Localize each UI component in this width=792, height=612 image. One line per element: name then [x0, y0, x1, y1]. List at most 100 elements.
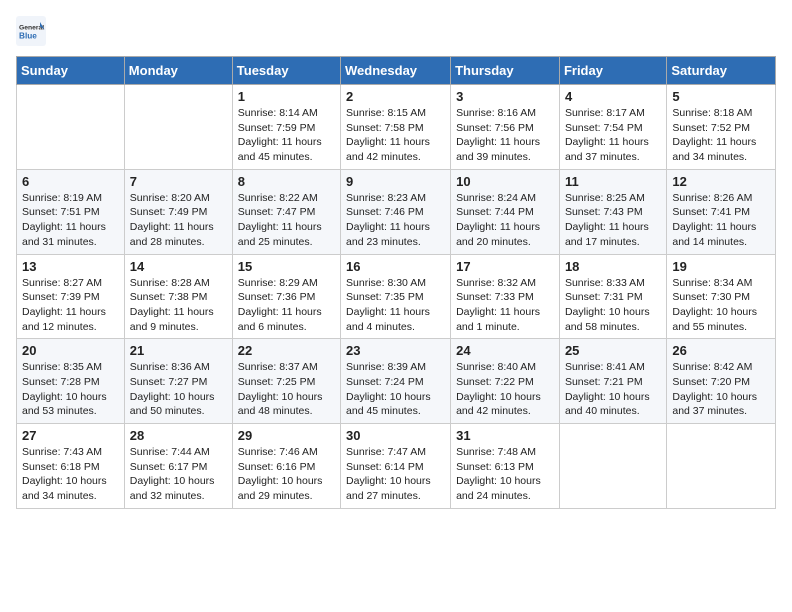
day-number: 9 [346, 174, 445, 189]
calendar-cell: 21 Sunrise: 8:36 AMSunset: 7:27 PMDayligh… [124, 339, 232, 424]
cell-info: Sunrise: 7:48 AMSunset: 6:13 PMDaylight:… [456, 445, 554, 504]
calendar-cell: 23Sunrise: 8:39 AMSunset: 7:24 PMDayligh… [341, 339, 451, 424]
day-number: 6 [22, 174, 119, 189]
cell-info: Sunrise: 7:43 AMSunset: 6:18 PMDaylight:… [22, 445, 119, 504]
day-number: 20 [22, 343, 119, 358]
calendar-cell: 17 Sunrise: 8:32 AMSunset: 7:33 PMDayligh… [451, 254, 560, 339]
day-header-sunday: Sunday [17, 57, 125, 85]
day-number: 3 [456, 89, 554, 104]
cell-info: Sunrise: 8:16 AMSunset: 7:56 PMDaylight:… [456, 106, 554, 165]
calendar-cell [559, 424, 666, 509]
calendar-cell: 22 Sunrise: 8:37 AMSunset: 7:25 PMDayligh… [232, 339, 340, 424]
cell-info: Sunrise: 8:24 AMSunset: 7:44 PMDaylight:… [456, 191, 554, 250]
cell-info: Sunrise: 7:46 AMSunset: 6:16 PMDaylight:… [238, 445, 335, 504]
cell-info: Sunrise: 8:14 AMSunset: 7:59 PMDaylight:… [238, 106, 335, 165]
cell-info: Sunrise: 8:20 AMSunset: 7:49 PMDaylight:… [130, 191, 227, 250]
cell-info: Sunrise: 8:18 AMSunset: 7:52 PMDaylight:… [672, 106, 770, 165]
day-number: 21 [130, 343, 227, 358]
cell-info: Sunrise: 8:15 AMSunset: 7:58 PMDaylight:… [346, 106, 445, 165]
logo-icon: General Blue [16, 16, 46, 46]
calendar-cell: 16 Sunrise: 8:30 AMSunset: 7:35 PMDayligh… [341, 254, 451, 339]
day-number: 28 [130, 428, 227, 443]
cell-info: Sunrise: 8:32 AMSunset: 7:33 PMDaylight:… [456, 276, 554, 335]
day-number: 4 [565, 89, 661, 104]
calendar-cell: 10 Sunrise: 8:24 AMSunset: 7:44 PMDayligh… [451, 169, 560, 254]
calendar-cell: 20 Sunrise: 8:35 AMSunset: 7:28 PMDayligh… [17, 339, 125, 424]
day-number: 10 [456, 174, 554, 189]
cell-info: Sunrise: 8:36 AMSunset: 7:27 PMDaylight:… [130, 360, 227, 419]
calendar-week-row: 13Sunrise: 8:27 AMSunset: 7:39 PMDayligh… [17, 254, 776, 339]
calendar-cell: 4 Sunrise: 8:17 AMSunset: 7:54 PMDaylight… [559, 85, 666, 170]
calendar-cell: 28 Sunrise: 7:44 AMSunset: 6:17 PMDayligh… [124, 424, 232, 509]
cell-info: Sunrise: 8:19 AMSunset: 7:51 PMDaylight:… [22, 191, 119, 250]
calendar-cell [124, 85, 232, 170]
day-number: 2 [346, 89, 445, 104]
calendar-cell: 8 Sunrise: 8:22 AMSunset: 7:47 PMDaylight… [232, 169, 340, 254]
cell-info: Sunrise: 8:42 AMSunset: 7:20 PMDaylight:… [672, 360, 770, 419]
calendar-cell: 29 Sunrise: 7:46 AMSunset: 6:16 PMDayligh… [232, 424, 340, 509]
calendar-week-row: 20 Sunrise: 8:35 AMSunset: 7:28 PMDayligh… [17, 339, 776, 424]
day-header-friday: Friday [559, 57, 666, 85]
cell-info: Sunrise: 7:44 AMSunset: 6:17 PMDaylight:… [130, 445, 227, 504]
day-number: 24 [456, 343, 554, 358]
day-number: 17 [456, 259, 554, 274]
day-number: 25 [565, 343, 661, 358]
day-number: 31 [456, 428, 554, 443]
cell-info: Sunrise: 8:41 AMSunset: 7:21 PMDaylight:… [565, 360, 661, 419]
calendar-cell: 30 Sunrise: 7:47 AMSunset: 6:14 PMDayligh… [341, 424, 451, 509]
day-number: 30 [346, 428, 445, 443]
logo: General Blue [16, 16, 50, 46]
day-number: 27 [22, 428, 119, 443]
day-number: 13 [22, 259, 119, 274]
cell-info: Sunrise: 8:25 AMSunset: 7:43 PMDaylight:… [565, 191, 661, 250]
day-number: 23 [346, 343, 445, 358]
calendar-header-row: SundayMondayTuesdayWednesdayThursdayFrid… [17, 57, 776, 85]
day-number: 5 [672, 89, 770, 104]
calendar-cell: 18Sunrise: 8:33 AMSunset: 7:31 PMDayligh… [559, 254, 666, 339]
calendar-cell: 14 Sunrise: 8:28 AMSunset: 7:38 PMDayligh… [124, 254, 232, 339]
cell-info: Sunrise: 8:40 AMSunset: 7:22 PMDaylight:… [456, 360, 554, 419]
cell-info: Sunrise: 8:28 AMSunset: 7:38 PMDaylight:… [130, 276, 227, 335]
calendar-cell: 6 Sunrise: 8:19 AMSunset: 7:51 PMDaylight… [17, 169, 125, 254]
day-number: 8 [238, 174, 335, 189]
day-number: 16 [346, 259, 445, 274]
cell-info: Sunrise: 8:34 AMSunset: 7:30 PMDaylight:… [672, 276, 770, 335]
cell-info: Sunrise: 8:35 AMSunset: 7:28 PMDaylight:… [22, 360, 119, 419]
cell-info: Sunrise: 8:30 AMSunset: 7:35 PMDaylight:… [346, 276, 445, 335]
day-number: 15 [238, 259, 335, 274]
calendar-cell: 31 Sunrise: 7:48 AMSunset: 6:13 PMDayligh… [451, 424, 560, 509]
day-number: 7 [130, 174, 227, 189]
day-number: 22 [238, 343, 335, 358]
day-number: 29 [238, 428, 335, 443]
day-header-thursday: Thursday [451, 57, 560, 85]
cell-info: Sunrise: 8:26 AMSunset: 7:41 PMDaylight:… [672, 191, 770, 250]
calendar-cell: 1 Sunrise: 8:14 AMSunset: 7:59 PMDaylight… [232, 85, 340, 170]
day-number: 14 [130, 259, 227, 274]
calendar-cell: 25 Sunrise: 8:41 AMSunset: 7:21 PMDayligh… [559, 339, 666, 424]
cell-info: Sunrise: 8:17 AMSunset: 7:54 PMDaylight:… [565, 106, 661, 165]
calendar-table: SundayMondayTuesdayWednesdayThursdayFrid… [16, 56, 776, 509]
day-number: 11 [565, 174, 661, 189]
calendar-cell: 24 Sunrise: 8:40 AMSunset: 7:22 PMDayligh… [451, 339, 560, 424]
calendar-cell: 19 Sunrise: 8:34 AMSunset: 7:30 PMDayligh… [667, 254, 776, 339]
calendar-week-row: 1 Sunrise: 8:14 AMSunset: 7:59 PMDaylight… [17, 85, 776, 170]
calendar-cell: 7 Sunrise: 8:20 AMSunset: 7:49 PMDaylight… [124, 169, 232, 254]
page-header: General Blue [16, 16, 776, 46]
cell-info: Sunrise: 8:22 AMSunset: 7:47 PMDaylight:… [238, 191, 335, 250]
day-number: 19 [672, 259, 770, 274]
calendar-cell: 26Sunrise: 8:42 AMSunset: 7:20 PMDayligh… [667, 339, 776, 424]
day-number: 1 [238, 89, 335, 104]
calendar-cell: 13Sunrise: 8:27 AMSunset: 7:39 PMDayligh… [17, 254, 125, 339]
cell-info: Sunrise: 7:47 AMSunset: 6:14 PMDaylight:… [346, 445, 445, 504]
calendar-cell: 2 Sunrise: 8:15 AMSunset: 7:58 PMDaylight… [341, 85, 451, 170]
cell-info: Sunrise: 8:33 AMSunset: 7:31 PMDaylight:… [565, 276, 661, 335]
calendar-cell: 27 Sunrise: 7:43 AMSunset: 6:18 PMDayligh… [17, 424, 125, 509]
calendar-week-row: 27 Sunrise: 7:43 AMSunset: 6:18 PMDayligh… [17, 424, 776, 509]
day-header-monday: Monday [124, 57, 232, 85]
calendar-cell: 11 Sunrise: 8:25 AMSunset: 7:43 PMDayligh… [559, 169, 666, 254]
day-header-wednesday: Wednesday [341, 57, 451, 85]
calendar-week-row: 6 Sunrise: 8:19 AMSunset: 7:51 PMDaylight… [17, 169, 776, 254]
calendar-cell: 12Sunrise: 8:26 AMSunset: 7:41 PMDayligh… [667, 169, 776, 254]
cell-info: Sunrise: 8:37 AMSunset: 7:25 PMDaylight:… [238, 360, 335, 419]
calendar-cell [667, 424, 776, 509]
